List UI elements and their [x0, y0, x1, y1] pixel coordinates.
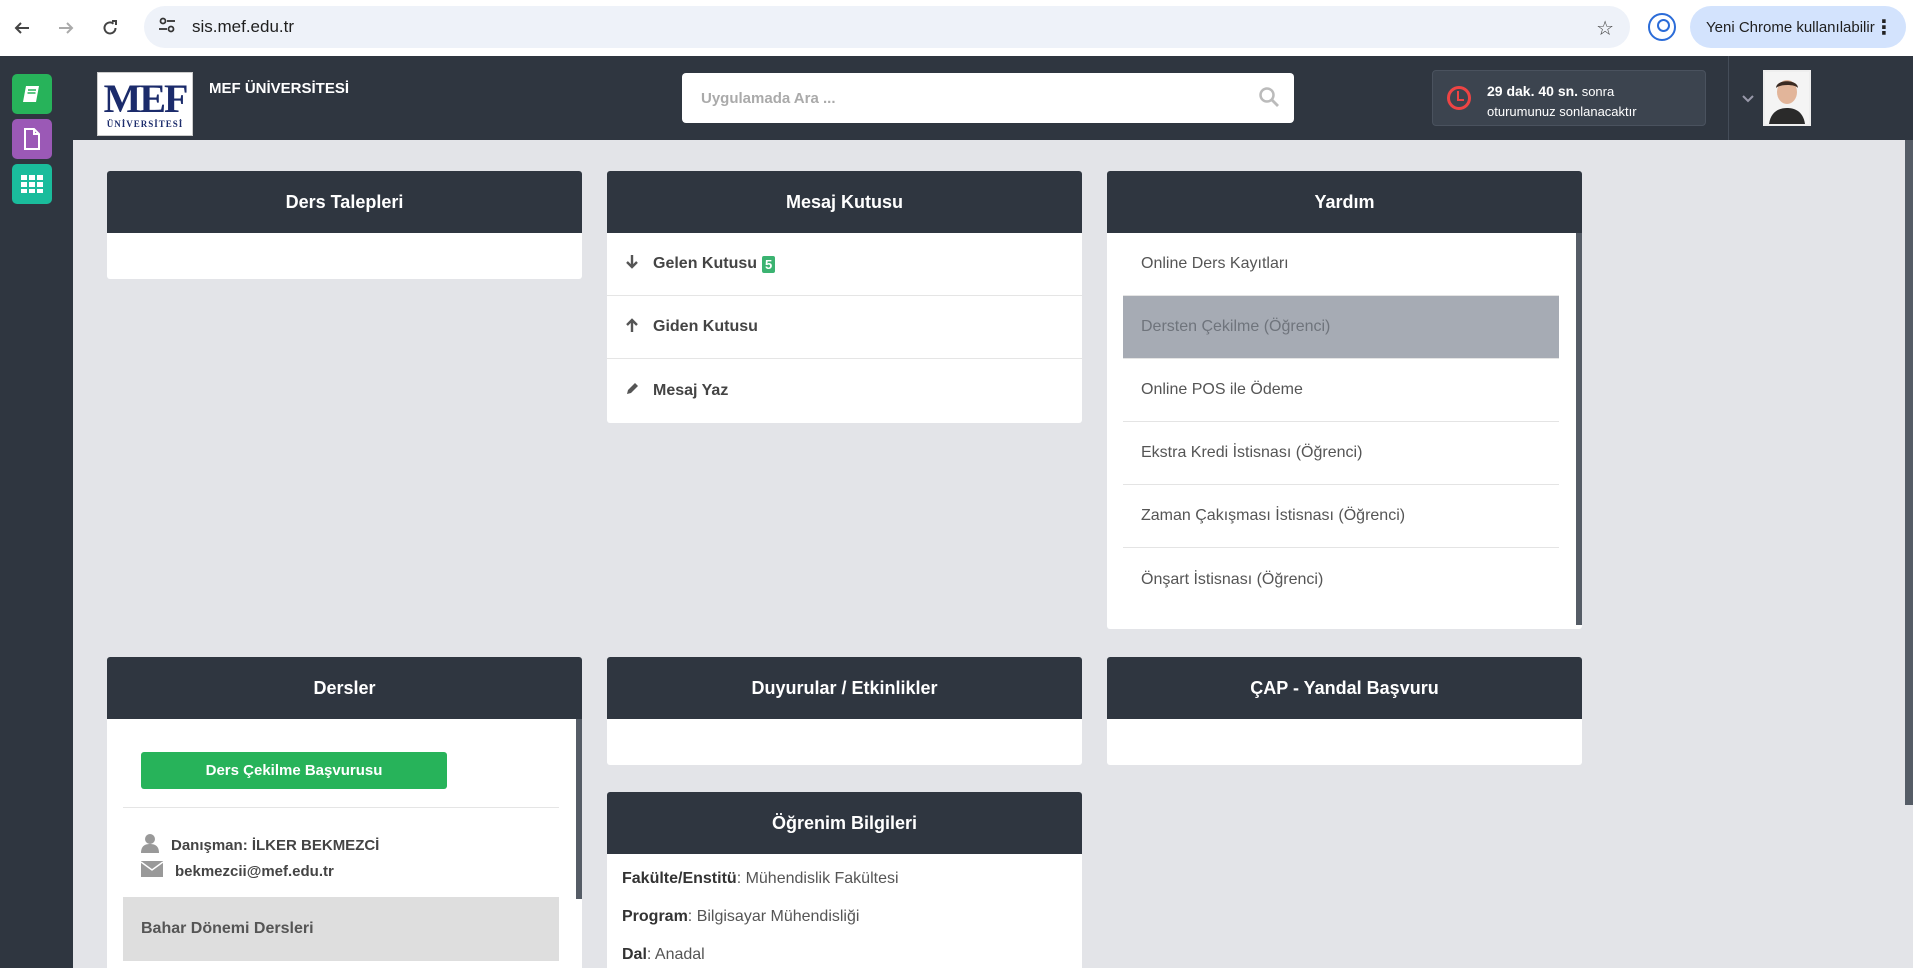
menu-dots-icon[interactable]: ⋮	[1874, 15, 1894, 40]
info-fakulte-value: : Mühendislik Fakültesi	[736, 870, 899, 887]
help-item-online-pos[interactable]: Online POS ile Ödeme	[1123, 359, 1559, 422]
bookmark-star-icon[interactable]: ☆	[1596, 16, 1614, 41]
inbox-label: Gelen Kutusu	[653, 255, 758, 272]
inbox-count-badge: 5	[762, 255, 776, 273]
dersler-title: Dersler	[107, 657, 582, 719]
user-icon	[141, 833, 171, 857]
compose-link[interactable]: Mesaj Yaz	[607, 359, 1082, 422]
book-icon	[23, 86, 39, 102]
inbox-link[interactable]: Gelen Kutusu 5	[607, 233, 1082, 296]
info-dal: Dal : Anadal	[607, 936, 1082, 968]
envelope-icon	[140, 861, 175, 881]
help-item-ekstra-kredi[interactable]: Ekstra Kredi İstisnası (Öğrenci)	[1123, 422, 1559, 485]
reload-icon[interactable]	[94, 12, 126, 44]
cap-panel: ÇAP - Yandal Başvuru	[1107, 657, 1582, 765]
session-line2: oturumunuz sonlanacaktır	[1487, 104, 1637, 119]
mesaj-kutusu-title: Mesaj Kutusu	[607, 171, 1082, 233]
app-header: MEF ÜNİVERSİTESİ MEF ÜNİVERSİTESİ 29 dak…	[73, 56, 1913, 140]
help-list: Online Ders Kayıtları Dersten Çekilme (Ö…	[1123, 233, 1559, 611]
outbox-link[interactable]: Giden Kutusu	[607, 296, 1082, 359]
avatar[interactable]	[1763, 70, 1811, 126]
chrome-update-button[interactable]: Yeni Chrome kullanılabilir ⋮	[1690, 6, 1906, 48]
profile-icon[interactable]	[1648, 13, 1676, 41]
pencil-icon	[625, 382, 653, 400]
ders-cekilme-button[interactable]: Ders Çekilme Başvurusu	[141, 752, 447, 789]
browser-toolbar: sis.mef.edu.tr ☆ Yeni Chrome kullanılabi…	[0, 0, 1913, 56]
info-fakulte: Fakülte/Enstitü : Mühendislik Fakültesi	[607, 860, 1082, 898]
info-program-label: Program	[622, 908, 688, 925]
help-item-online-ders-kayitlari[interactable]: Online Ders Kayıtları	[1123, 233, 1559, 296]
advisor-info: Danışman: İLKER BEKMEZCİ bekmezcii@mef.e…	[140, 832, 380, 884]
document-icon	[24, 128, 40, 150]
advisor-email[interactable]: bekmezcii@mef.edu.tr	[175, 863, 334, 880]
mef-logo[interactable]: MEF ÜNİVERSİTESİ	[97, 72, 193, 136]
search-icon[interactable]	[1258, 86, 1280, 113]
chevron-down-icon[interactable]	[1741, 90, 1755, 106]
grid-icon	[21, 175, 43, 193]
left-rail	[0, 56, 73, 968]
logo-subtext: ÜNİVERSİTESİ	[106, 119, 184, 129]
compose-label: Mesaj Yaz	[653, 381, 729, 399]
rail-book-button[interactable]	[12, 74, 52, 114]
info-program-value: : Bilgisayar Mühendisliği	[687, 908, 860, 925]
yardim-title: Yardım	[1107, 171, 1582, 233]
url-text[interactable]: sis.mef.edu.tr	[192, 17, 294, 37]
clock-icon	[1447, 86, 1471, 110]
cap-title: ÇAP - Yandal Başvuru	[1107, 657, 1582, 719]
update-chip-label: Yeni Chrome kullanılabilir	[1706, 18, 1875, 36]
help-item-onsart[interactable]: Önşart İstisnası (Öğrenci)	[1123, 548, 1559, 611]
session-time: 29 dak. 40 sn.	[1487, 83, 1579, 99]
mesaj-kutusu-panel: Mesaj Kutusu Gelen Kutusu 5 Giden Kutusu…	[607, 171, 1082, 423]
ogrenim-rows: Fakülte/Enstitü : Mühendislik Fakültesi …	[607, 854, 1082, 968]
semester-header[interactable]: Bahar Dönemi Dersleri	[123, 897, 559, 961]
back-arrow-icon[interactable]	[6, 12, 38, 44]
arrow-up-icon	[625, 317, 653, 337]
info-fakulte-label: Fakülte/Enstitü	[622, 870, 737, 887]
forward-arrow-icon[interactable]	[50, 12, 82, 44]
info-dal-value: : Anadal	[646, 946, 705, 963]
dersler-panel: Dersler Ders Çekilme Başvurusu Danışman:…	[107, 657, 582, 968]
site-settings-icon[interactable]	[158, 17, 178, 37]
help-scrollbar[interactable]	[1576, 233, 1582, 625]
rail-document-button[interactable]	[12, 119, 52, 159]
ogrenim-title: Öğrenim Bilgileri	[607, 792, 1082, 854]
arrow-down-icon	[625, 254, 653, 274]
duyurular-panel: Duyurular / Etkinlikler	[607, 657, 1082, 765]
help-item-zaman-cakismasi[interactable]: Zaman Çakışması İstisnası (Öğrenci)	[1123, 485, 1559, 548]
info-program: Program : Bilgisayar Mühendisliği	[607, 898, 1082, 936]
university-name: MEF ÜNİVERSİTESİ	[209, 80, 350, 97]
advisor-name: Danışman: İLKER BEKMEZCİ	[171, 836, 380, 854]
yardim-panel: Yardım Online Ders Kayıtları Dersten Çek…	[1107, 171, 1582, 629]
divider	[123, 807, 559, 808]
app-search-input[interactable]	[701, 89, 1221, 107]
session-suffix: sonra	[1581, 84, 1615, 99]
header-divider	[1728, 56, 1729, 140]
ders-talepleri-title: Ders Talepleri	[107, 171, 582, 233]
help-item-dersten-cekilme[interactable]: Dersten Çekilme (Öğrenci)	[1123, 296, 1559, 359]
ders-talepleri-panel: Ders Talepleri	[107, 171, 582, 279]
info-dal-label: Dal	[622, 946, 647, 963]
logo-text: MEF	[103, 76, 189, 121]
rail-grid-button[interactable]	[12, 164, 52, 204]
session-timer: 29 dak. 40 sn. sonra oturumunuz sonlanac…	[1432, 70, 1706, 126]
session-text: 29 dak. 40 sn. sonra oturumunuz sonlanac…	[1487, 81, 1637, 122]
ogrenim-panel: Öğrenim Bilgileri Fakülte/Enstitü : Mühe…	[607, 792, 1082, 968]
duyurular-title: Duyurular / Etkinlikler	[607, 657, 1082, 719]
outbox-label: Giden Kutusu	[653, 318, 758, 335]
app-search-box[interactable]	[682, 73, 1294, 123]
dersler-scrollbar[interactable]	[576, 719, 582, 899]
page-scrollbar[interactable]	[1905, 140, 1913, 805]
address-bar[interactable]: sis.mef.edu.tr ☆	[144, 6, 1630, 48]
